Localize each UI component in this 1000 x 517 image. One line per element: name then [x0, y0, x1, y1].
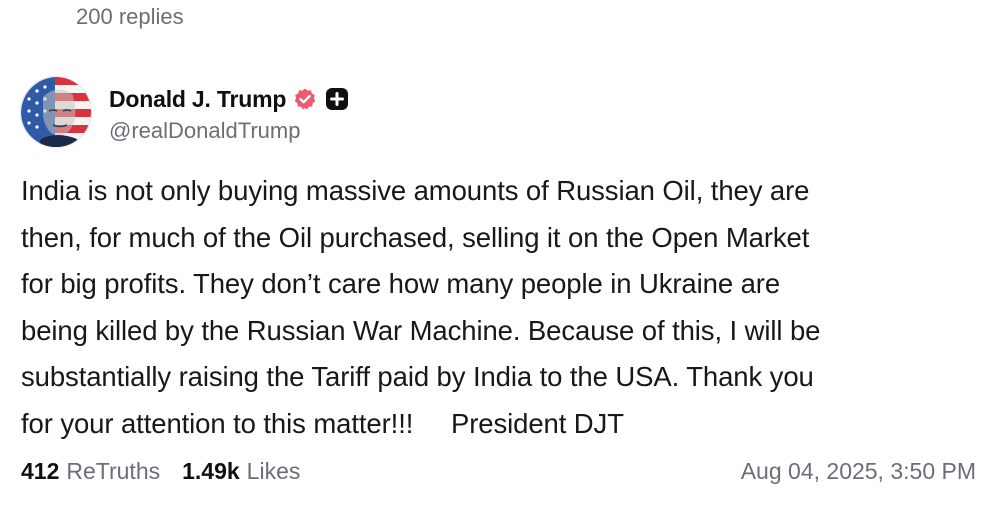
- post-header: Donald J. Trump @realDonaldTrump: [20, 76, 349, 148]
- likes-label: Likes: [246, 458, 301, 484]
- name-row: Donald J. Trump: [109, 84, 349, 114]
- author-display-name[interactable]: Donald J. Trump: [109, 86, 286, 113]
- post-stats-row: 412 ReTruths 1.49k Likes Aug 04, 2025, 3…: [21, 458, 976, 485]
- author-identity: Donald J. Trump @realDonaldTrump: [109, 84, 349, 144]
- likes-stat[interactable]: 1.49k Likes: [182, 458, 300, 485]
- replies-count-link[interactable]: 200 replies: [76, 4, 184, 30]
- retruths-label: ReTruths: [66, 458, 161, 484]
- retruths-count: 412: [21, 458, 60, 484]
- post-text: India is not only buying massive amounts…: [21, 175, 821, 439]
- verified-badge-icon: [293, 87, 317, 111]
- avatar-portrait-icon: [21, 77, 91, 147]
- likes-count: 1.49k: [182, 458, 240, 484]
- plus-badge-icon: [325, 87, 349, 111]
- avatar[interactable]: [20, 76, 92, 148]
- post-timestamp[interactable]: Aug 04, 2025, 3:50 PM: [741, 458, 976, 485]
- author-handle[interactable]: @realDonaldTrump: [109, 118, 349, 144]
- retruths-stat[interactable]: 412 ReTruths: [21, 458, 160, 485]
